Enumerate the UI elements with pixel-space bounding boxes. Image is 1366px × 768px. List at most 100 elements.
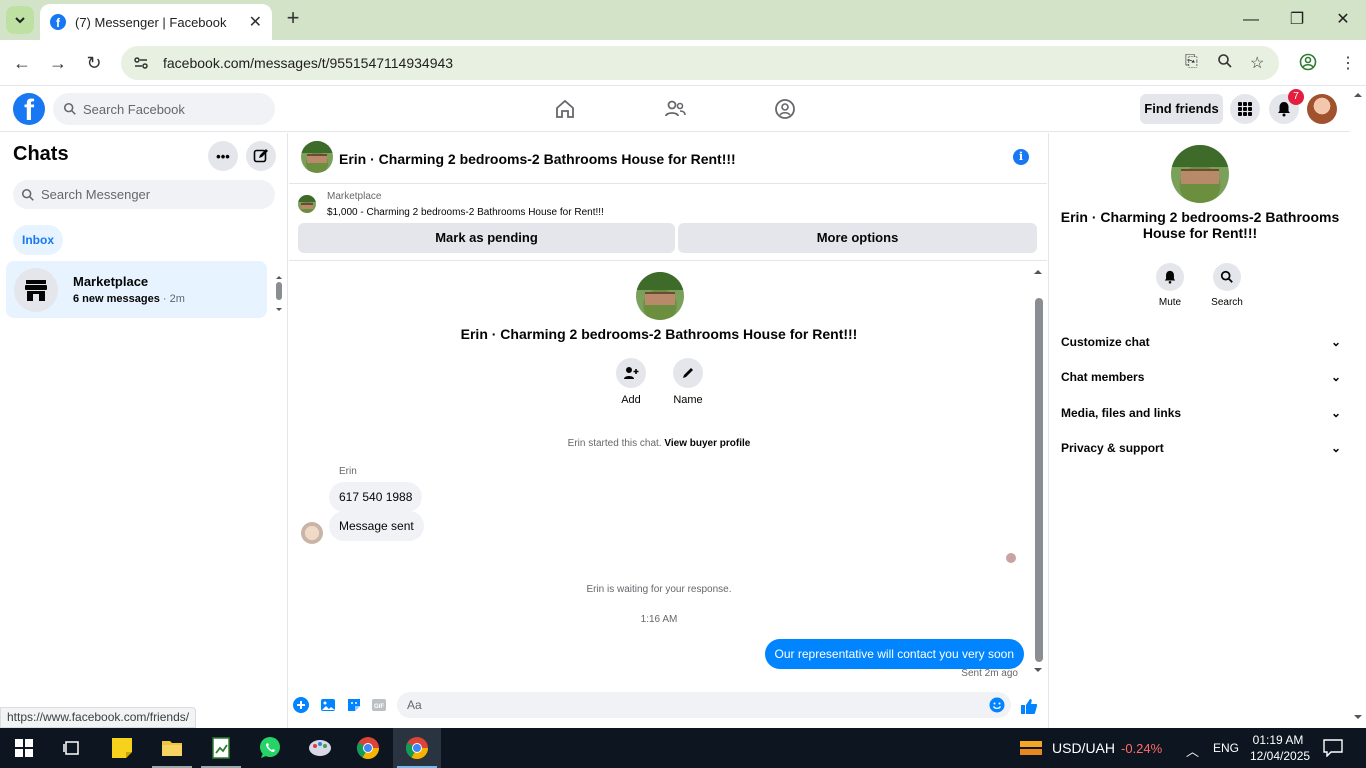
clock-date: 12/04/2025 xyxy=(1250,749,1311,763)
address-bar[interactable]: facebook.com/messages/t/9551547114934943 xyxy=(121,46,1279,80)
install-app-icon[interactable]: ⎘ xyxy=(1185,53,1198,71)
section-label: Privacy & support xyxy=(1061,441,1164,455)
taskbar-clock[interactable]: 01:19 AM 12/04/2025 xyxy=(1250,732,1311,764)
start-button[interactable] xyxy=(0,728,48,768)
chats-sidebar: Chats ••• Search Messenger Inbox Marketp… xyxy=(0,133,288,728)
sender-avatar[interactable] xyxy=(301,522,323,544)
notification-center-icon[interactable] xyxy=(1323,739,1343,760)
add-label: Add xyxy=(621,394,641,406)
incoming-message[interactable]: Message sent xyxy=(329,511,424,541)
currency-widget-icon[interactable] xyxy=(1018,737,1044,762)
restore-button[interactable]: ❐ xyxy=(1285,8,1309,32)
sticky-notes-app[interactable] xyxy=(98,728,146,768)
outgoing-message[interactable]: Our representative will contact you very… xyxy=(764,639,1024,669)
svg-text:GIF: GIF xyxy=(374,704,384,710)
spreadsheet-icon xyxy=(212,737,230,759)
chevron-down-icon: ⌄ xyxy=(1330,370,1341,384)
sidebar-scrollbar[interactable] xyxy=(274,275,284,315)
details-avatar xyxy=(1171,145,1229,203)
task-view-button[interactable] xyxy=(48,728,96,768)
account-avatar[interactable] xyxy=(1307,94,1337,124)
message-input[interactable]: Aa xyxy=(397,692,1011,718)
whatsapp-icon xyxy=(260,737,280,758)
thread-scroll-thumb[interactable] xyxy=(1035,298,1043,662)
forward-button[interactable]: → xyxy=(45,50,71,76)
spreadsheet-app[interactable] xyxy=(197,728,245,768)
storefront-icon xyxy=(25,279,47,301)
name-chat-button[interactable]: Name xyxy=(658,358,718,406)
facebook-logo-icon[interactable]: f xyxy=(13,93,45,125)
link-status-bubble: https://www.facebook.com/friends/ xyxy=(0,707,197,728)
name-label: Name xyxy=(673,394,703,406)
whatsapp-app[interactable] xyxy=(246,728,294,768)
inbox-filter-tab[interactable]: Inbox xyxy=(13,225,63,255)
site-info-icon[interactable] xyxy=(133,55,149,71)
customize-chat-section[interactable]: Customize chat ⌄ xyxy=(1061,335,1341,349)
chrome-profile-app[interactable] xyxy=(393,728,441,768)
new-tab-button[interactable]: + xyxy=(282,7,304,30)
sticker-icon[interactable] xyxy=(346,697,362,713)
chevron-down-icon: ⌄ xyxy=(1330,335,1341,349)
zoom-icon[interactable] xyxy=(1217,53,1233,74)
listing-avatar[interactable] xyxy=(301,141,333,173)
message-timestamp: 1:16 AM xyxy=(640,614,678,625)
minimize-button[interactable]: — xyxy=(1239,8,1263,32)
bookmark-star-icon[interactable]: ☆ xyxy=(1250,53,1264,73)
url-text: facebook.com/messages/t/9551547114934943 xyxy=(163,55,454,71)
browser-tab-strip: f (7) Messenger | Facebook ✕ + — ❐ ✕ xyxy=(0,0,1366,40)
sticky-notes-icon xyxy=(112,738,132,758)
thread-scrollbar[interactable] xyxy=(1033,268,1043,676)
chat-options-button[interactable]: ••• xyxy=(208,141,238,171)
media-files-links-section[interactable]: Media, files and links ⌄ xyxy=(1061,406,1341,420)
chat-list-item[interactable]: Marketplace 6 new messages · 2m xyxy=(6,261,267,318)
back-button[interactable]: ← xyxy=(9,50,35,76)
browser-tab[interactable]: f (7) Messenger | Facebook ✕ xyxy=(40,4,272,40)
reload-button[interactable]: ↻ xyxy=(81,50,107,76)
messenger-search-input[interactable]: Search Messenger xyxy=(13,180,275,209)
thumbs-up-icon[interactable] xyxy=(1020,697,1038,714)
conversation-title[interactable]: Erin · Charming 2 bedrooms-2 Bathrooms H… xyxy=(339,151,736,167)
search-in-chat-button[interactable]: Search xyxy=(1202,263,1252,308)
home-icon[interactable] xyxy=(553,97,577,121)
mute-label: Mute xyxy=(1158,297,1182,308)
input-language[interactable]: ENG xyxy=(1213,741,1239,755)
tab-search-button[interactable] xyxy=(6,6,34,34)
incoming-message[interactable]: 617 540 1988 xyxy=(329,482,423,512)
browser-menu-icon[interactable]: ⋮ xyxy=(1340,53,1356,73)
profile-icon[interactable] xyxy=(1299,53,1317,76)
windows-icon xyxy=(15,739,33,757)
info-icon[interactable]: i xyxy=(1013,149,1029,165)
show-hidden-icons-chevron-icon[interactable]: ︿ xyxy=(1186,741,1199,760)
marketplace-listing-bar: Marketplace $1,000 - Charming 2 bedrooms… xyxy=(289,185,1047,261)
listing-thumbnail[interactable] xyxy=(298,195,316,213)
listing-title[interactable]: $1,000 - Charming 2 bedrooms-2 Bathrooms… xyxy=(327,207,604,218)
chrome-app[interactable] xyxy=(344,728,392,768)
close-tab-icon[interactable]: ✕ xyxy=(249,12,262,32)
privacy-support-section[interactable]: Privacy & support ⌄ xyxy=(1061,441,1341,455)
messenger-search-placeholder: Search Messenger xyxy=(41,187,151,202)
find-friends-button[interactable]: Find friends xyxy=(1140,94,1223,124)
facebook-search-input[interactable]: Search Facebook xyxy=(53,93,275,125)
chat-members-section[interactable]: Chat members ⌄ xyxy=(1061,370,1341,384)
menu-button[interactable] xyxy=(1230,94,1260,124)
photo-icon[interactable] xyxy=(320,697,336,713)
emoji-icon[interactable] xyxy=(989,697,1005,713)
groups-icon[interactable] xyxy=(773,97,797,121)
page-scrollbar[interactable] xyxy=(1350,87,1366,728)
mark-as-pending-button[interactable]: Mark as pending xyxy=(298,223,675,253)
more-actions-icon[interactable] xyxy=(293,697,309,713)
mute-button[interactable]: Mute xyxy=(1145,263,1195,308)
browser-toolbar: ← → ↻ facebook.com/messages/t/9551547114… xyxy=(0,40,1366,86)
add-person-icon xyxy=(624,367,639,379)
file-explorer-app[interactable] xyxy=(148,728,196,768)
currency-pair[interactable]: USD/UAH xyxy=(1052,740,1115,756)
close-window-button[interactable]: ✕ xyxy=(1331,8,1355,32)
view-buyer-profile-link[interactable]: View buyer profile xyxy=(664,438,750,449)
new-message-button[interactable] xyxy=(246,141,276,171)
more-options-button[interactable]: More options xyxy=(678,223,1037,253)
friends-icon[interactable] xyxy=(663,97,687,121)
gif-icon[interactable]: GIF xyxy=(371,697,387,713)
app-icon[interactable] xyxy=(296,728,344,768)
add-people-button[interactable]: Add xyxy=(601,358,661,406)
chevron-down-icon: ⌄ xyxy=(1330,441,1341,455)
